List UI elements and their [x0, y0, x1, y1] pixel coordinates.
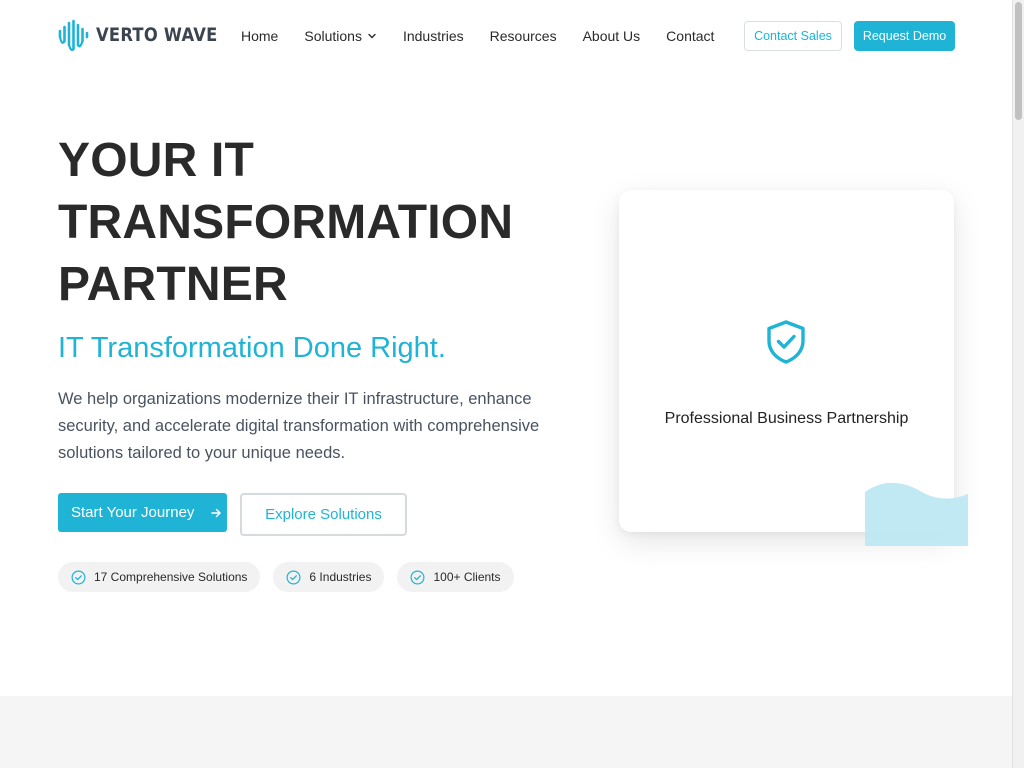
- request-demo-button[interactable]: Request Demo: [854, 21, 955, 51]
- hero-description: We help organizations modernize their IT…: [58, 390, 540, 462]
- partnership-card: Professional Business Partnership: [619, 190, 954, 532]
- check-circle-icon: [410, 570, 425, 584]
- contact-sales-button[interactable]: Contact Sales: [744, 21, 842, 51]
- check-circle-icon: [286, 570, 301, 584]
- nav-resources[interactable]: Resources: [490, 28, 557, 44]
- stats-row: 17 Comprehensive Solutions 6 Industries …: [58, 562, 514, 592]
- main-nav: Home Solutions Industries Resources Abou…: [241, 0, 740, 72]
- stat-label: 6 Industries: [309, 570, 372, 584]
- arrow-right-icon: [211, 508, 222, 517]
- page-scrollbar[interactable]: [1012, 0, 1024, 768]
- card-caption: Professional Business Partnership: [664, 410, 909, 427]
- chevron-down-icon: [368, 33, 376, 39]
- wave-decoration: [865, 482, 968, 546]
- nav-solutions[interactable]: Solutions: [304, 28, 377, 44]
- stat-badge: 17 Comprehensive Solutions: [58, 562, 261, 592]
- site-header: VERTO WAVE Home Solutions Industries Res…: [0, 0, 1012, 72]
- nav-home[interactable]: Home: [241, 28, 278, 44]
- stat-label: 17 Comprehensive Solutions: [94, 570, 248, 584]
- nav-industries[interactable]: Industries: [403, 28, 464, 44]
- hero-title-line-1: YOUR IT: [58, 134, 255, 187]
- stat-label: 100+ Clients: [433, 570, 501, 584]
- explore-solutions-button[interactable]: Explore Solutions: [240, 493, 407, 536]
- start-journey-button[interactable]: Start Your Journey: [58, 493, 227, 532]
- nav-about-us[interactable]: About Us: [583, 28, 641, 44]
- nav-contact[interactable]: Contact: [666, 28, 714, 44]
- hero-subtitle: IT Transformation Done Right.: [58, 332, 446, 364]
- brand-logo[interactable]: VERTO WAVE: [58, 18, 237, 52]
- scrollbar-thumb[interactable]: [1015, 2, 1022, 120]
- hero-title: YOUR IT TRANSFORMATION PARTNER: [58, 130, 513, 316]
- next-section: [0, 696, 1012, 768]
- sound-wave-logo-icon: [58, 19, 89, 51]
- stat-badge: 6 Industries: [273, 562, 385, 592]
- brand-name: VERTO WAVE: [96, 24, 218, 46]
- nav-solutions-label: Solutions: [304, 28, 362, 44]
- start-journey-label: Start Your Journey: [71, 504, 195, 521]
- hero-title-line-2: TRANSFORMATION: [58, 196, 514, 249]
- stat-badge: 100+ Clients: [397, 562, 514, 592]
- check-circle-icon: [71, 570, 86, 584]
- shield-check-icon: [767, 320, 805, 364]
- hero-title-line-3: PARTNER: [58, 258, 288, 311]
